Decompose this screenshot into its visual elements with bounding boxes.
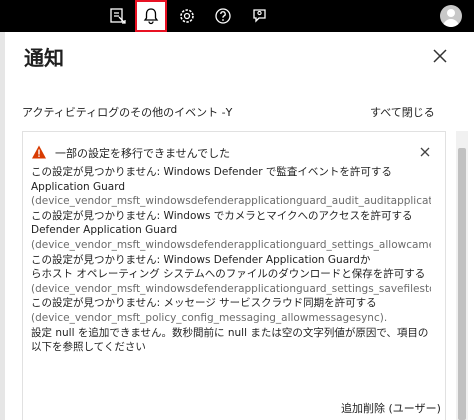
activity-log-link[interactable]: アクティビティログのその他のイベント -Y [22, 104, 232, 120]
notification-line: 設定 null を追加できません。数秒間前に null または空の文字列値が原因… [31, 326, 429, 339]
notification-line: (device_vendor_msft_windowsdefenderappli… [31, 238, 431, 251]
scrollbar-thumb[interactable] [458, 148, 466, 420]
notification-line: Defender Application Guard [31, 224, 178, 237]
bell-icon[interactable] [135, 0, 167, 32]
notification-line: (device_vendor_msft_windowsdefenderappli… [31, 282, 431, 295]
close-icon[interactable] [418, 144, 432, 158]
notification-line: この設定が見つかりません: Windows でカメラとマイクへのアクセスを許可す… [31, 209, 413, 222]
dismiss-all-button[interactable]: すべて閉じる [370, 104, 435, 120]
page-title: 通知 [24, 46, 64, 70]
notification-body: この設定が見つかりません: Windows Defender で監査イベントを許… [31, 165, 431, 355]
notification-line: (device_vendor_msft_windowsdefenderappli… [31, 195, 431, 208]
avatar[interactable] [440, 5, 462, 27]
notification-line: 以下を参照してください [31, 341, 146, 354]
help-icon[interactable] [211, 4, 235, 28]
warning-icon [31, 144, 47, 160]
notification-line: Application Guard [31, 180, 126, 193]
notification-line: この設定が見つかりません: Windows Defender で監査イベントを許… [31, 166, 392, 178]
gear-icon[interactable] [175, 4, 199, 28]
person-feedback-icon[interactable] [248, 4, 272, 28]
close-icon[interactable] [430, 46, 450, 66]
notification-line: らホスト オペレーティング システムへのファイルのダウンロードと保存を許可する [31, 268, 426, 281]
panel-edge [0, 32, 5, 420]
notification-line: この設定が見つかりません: メッセージ サービスクラウド同期を許可する [31, 297, 377, 310]
top-bar [0, 0, 474, 32]
feedback-filter-icon[interactable] [106, 4, 130, 28]
notification-card: 一部の設定を移行できませんでした この設定が見つかりません: Windows D… [22, 131, 446, 420]
notification-line: この設定が見つかりません: Windows Defender Applicati… [31, 253, 371, 266]
notification-action-link[interactable]: 追加削除 (ユーザー) [341, 400, 441, 416]
notification-title: 一部の設定を移行できませんでした [55, 147, 231, 160]
notification-line: (device_vendor_msft_policy_config_messag… [31, 311, 388, 324]
